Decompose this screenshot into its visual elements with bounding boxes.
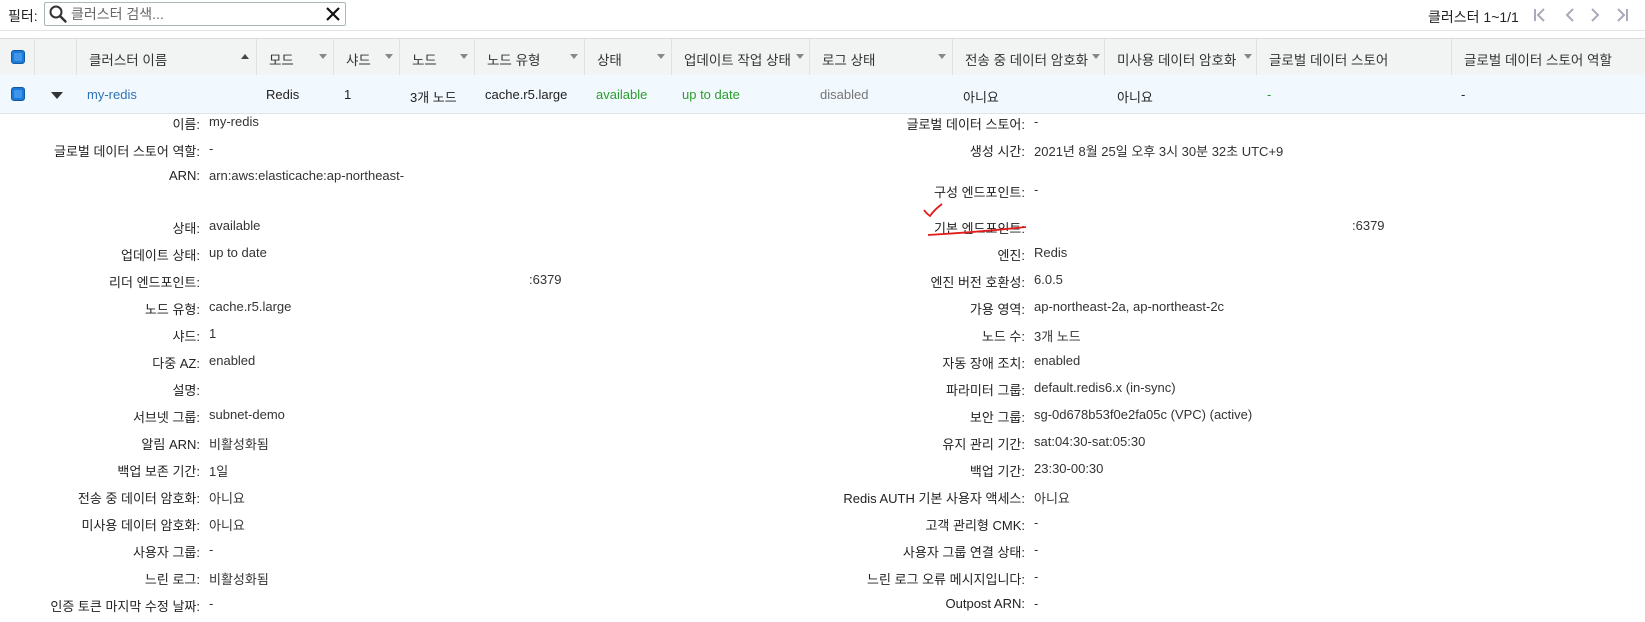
column-header-global-store-role[interactable]: 글로벌 데이터 스토어 역할 — [1452, 39, 1645, 75]
search-box[interactable] — [44, 2, 346, 26]
column-header-shards[interactable]: 샤드 — [334, 39, 400, 75]
prev-page-icon[interactable] — [1561, 6, 1579, 24]
detail-panel: 이름: my-redis 글로벌 데이터 스토어 역할: - ARN: arn:… — [0, 114, 1645, 621]
cell-shards: 1 — [344, 87, 352, 102]
sort-icon — [460, 54, 468, 59]
cell-global-store: - — [1267, 87, 1272, 102]
cell-log-status: disabled — [820, 87, 869, 102]
column-header-transit-encryption[interactable]: 전송 중 데이터 암호화 — [953, 39, 1105, 75]
sort-icon — [319, 54, 327, 59]
detail-item-redis-auth: Redis AUTH 기본 사용자 액세스: 아니요 — [843, 491, 1070, 506]
next-page-icon[interactable] — [1586, 6, 1604, 24]
cell-transit-encryption: 아니요 — [963, 90, 999, 105]
first-page-icon[interactable] — [1532, 6, 1550, 24]
collapse-caret-icon[interactable] — [51, 92, 63, 99]
sort-icon — [1244, 54, 1252, 59]
search-input[interactable] — [71, 4, 315, 24]
detail-item-engine: 엔진: Redis — [997, 245, 1068, 263]
search-icon — [49, 5, 67, 23]
expand-header — [35, 39, 77, 75]
detail-item-node-count: 노드 수: 3개 노드 — [981, 329, 1081, 344]
cell-rest-encryption: 아니요 — [1117, 90, 1153, 105]
column-header-cluster-name[interactable]: 클러스터 이름 — [77, 39, 257, 75]
detail-item-user-group-status: 사용자 그룹 연결 상태: - — [902, 542, 1039, 560]
cell-nodes: 3개 노드 — [410, 90, 457, 105]
detail-item-primary-endpoint: 기본 엔드포인트: :6379 — [934, 218, 1385, 236]
table-header: 클러스터 이름 모드 샤드 노드 노드 유형 상태 업데이트 작업 상태 로그 … — [0, 38, 1645, 76]
detail-item-global-store: 글로벌 데이터 스토어: - — [906, 114, 1039, 132]
detail-item-slow-log-error: 느린 로그 오류 메시지입니다: - — [867, 569, 1039, 587]
detail-item-engine-version: 엔진 버전 호환성: 6.0.5 — [930, 272, 1063, 290]
cell-update-status: up to date — [682, 87, 740, 102]
cell-status: available — [596, 87, 648, 102]
detail-item-auto-failover: 자동 장애 조치: enabled — [942, 353, 1081, 371]
detail-item-outpost-arn: Outpost ARN: - — [945, 596, 1039, 611]
sort-icon — [796, 54, 804, 59]
detail-item-parameter-group: 파라미터 그룹: default.redis6.x (in-sync) — [946, 380, 1176, 398]
pager-text: 클러스터 1~1/1 — [1428, 9, 1519, 25]
column-header-global-store[interactable]: 글로벌 데이터 스토어 — [1257, 39, 1452, 75]
column-header-status[interactable]: 상태 — [585, 39, 672, 75]
detail-item-maintenance-window: 유지 관리 기간: sat:04:30-sat:05:30 — [942, 434, 1146, 452]
detail-item-created-time: 생성 시간: 2021년 8월 25일 오후 3시 30분 32초 UTC+9 — [969, 144, 1284, 159]
last-page-icon[interactable] — [1612, 6, 1630, 24]
column-header-node-type[interactable]: 노드 유형 — [475, 39, 585, 75]
sort-icon — [570, 54, 578, 59]
close-icon[interactable] — [324, 5, 342, 23]
cell-global-store-role: - — [1461, 87, 1466, 102]
cell-mode: Redis — [266, 87, 300, 102]
detail-item-security-group: 보안 그룹: sg-0d678b53f0e2fa05c (VPC) (activ… — [969, 407, 1253, 425]
sort-icon — [1092, 54, 1100, 59]
detail-item-availability-zones: 가용 영역: ap-northeast-2a, ap-northeast-2c — [969, 299, 1225, 317]
detail-item-cmk: 고객 관리형 CMK: - — [925, 515, 1039, 533]
sort-icon — [938, 54, 946, 59]
cluster-name-link[interactable]: my-redis — [87, 87, 137, 102]
cell-node-type: cache.r5.large — [485, 87, 568, 102]
column-header-nodes[interactable]: 노드 — [400, 39, 475, 75]
column-header-mode[interactable]: 모드 — [257, 39, 334, 75]
column-header-rest-encryption[interactable]: 미사용 데이터 암호화 — [1105, 39, 1257, 75]
filter-label: 필터: — [8, 8, 38, 24]
select-all-checkbox[interactable] — [11, 50, 25, 64]
sort-asc-icon — [241, 54, 249, 59]
column-header-update-status[interactable]: 업데이트 작업 상태 — [672, 39, 810, 75]
select-all-header — [0, 39, 35, 75]
column-header-log-status[interactable]: 로그 상태 — [810, 39, 953, 75]
detail-item-backup-window: 백업 기간: 23:30-00:30 — [969, 461, 1104, 479]
detail-item-config-endpoint: 구성 엔드포인트: - — [934, 182, 1039, 200]
filter-bar: 필터: 클러스터 1~1/1 — [0, 0, 1645, 31]
sort-icon — [657, 54, 665, 59]
sort-icon — [385, 54, 393, 59]
table-row[interactable]: my-redis Redis 1 3개 노드 cache.r5.large av… — [0, 75, 1645, 114]
row-checkbox[interactable] — [11, 87, 25, 101]
